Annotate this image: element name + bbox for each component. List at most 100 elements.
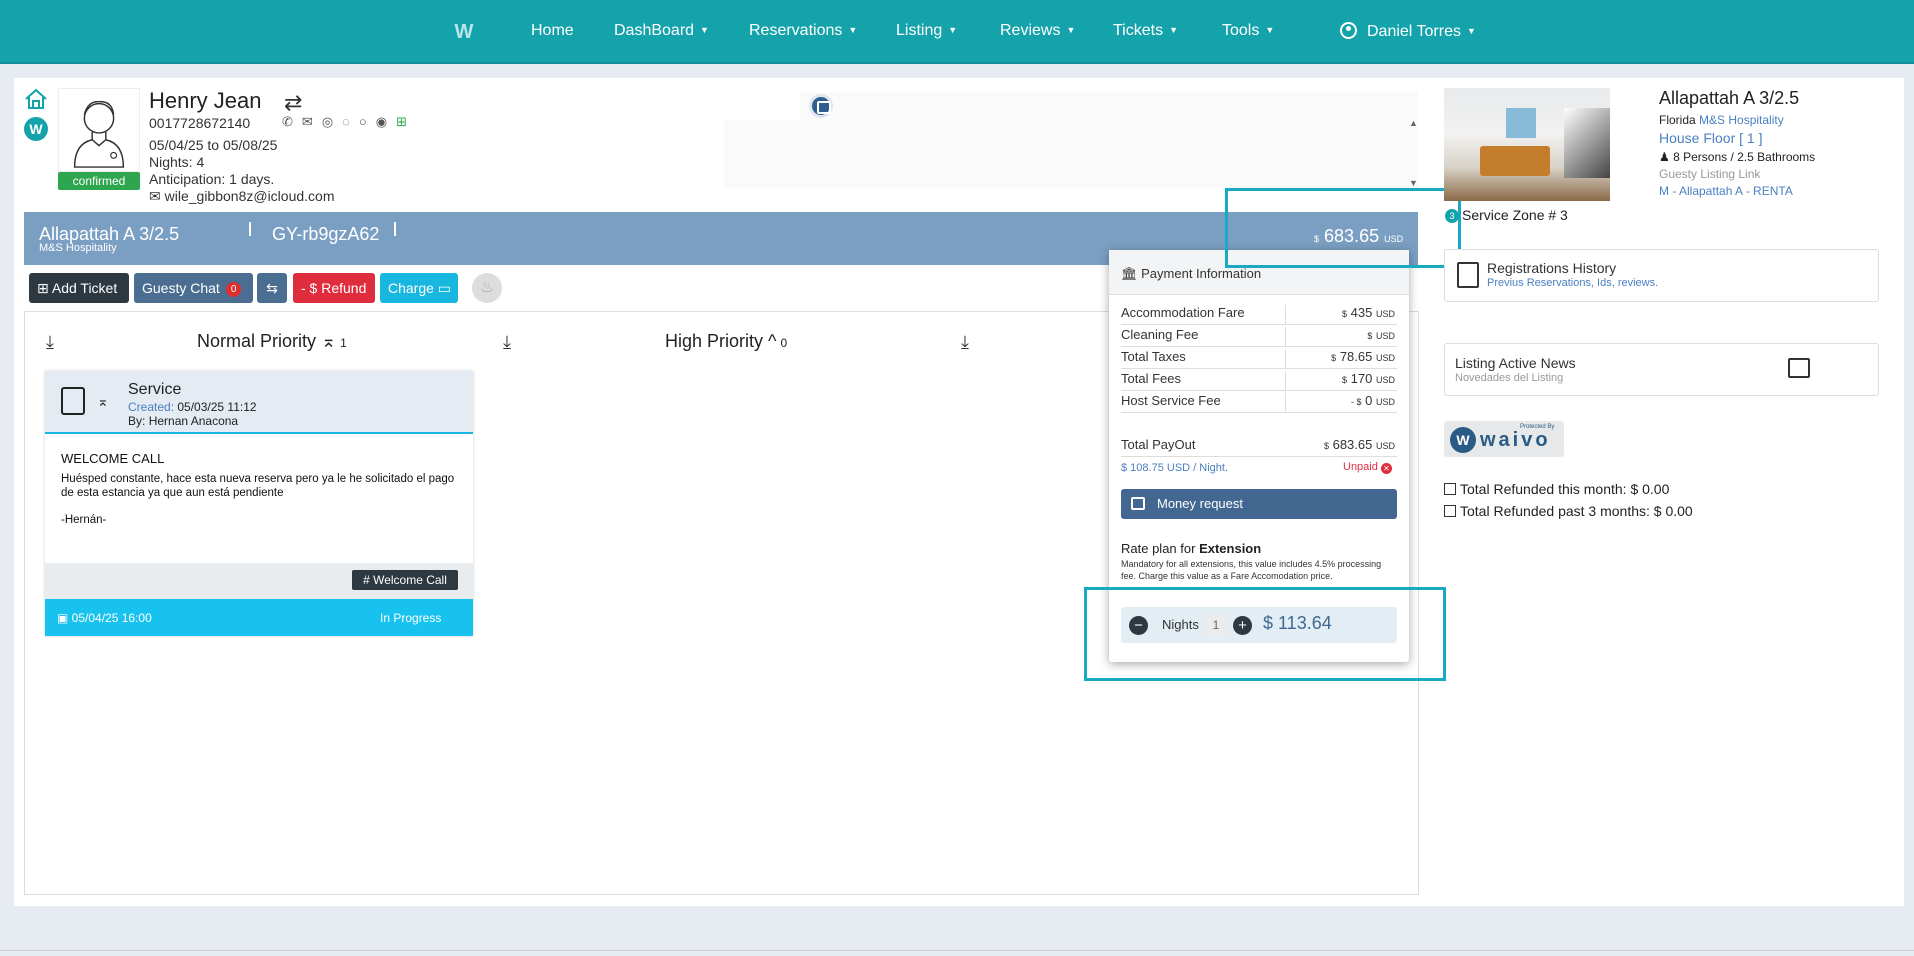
photo-window — [1506, 108, 1536, 138]
ticket-footer: ▣ 05/04/25 16:00 In Progress — [45, 599, 473, 636]
ticket-by: By: Hernan Anacona — [128, 414, 238, 428]
download-icon[interactable]: ⤓ — [503, 332, 511, 353]
fire-icon[interactable]: ♨ — [472, 273, 502, 303]
registrations-title: Registrations History — [1487, 260, 1617, 276]
nav-tools[interactable]: Tools ▼ — [1222, 22, 1274, 40]
scroll-up-icon[interactable]: ▲ — [1409, 118, 1418, 128]
download-icon[interactable]: ⤓ — [46, 332, 54, 353]
payment-row: Accommodation Fare $ 435 USD — [1121, 305, 1397, 325]
nav-listing[interactable]: Listing ▼ — [896, 22, 957, 40]
news-title: Listing Active News — [1455, 355, 1576, 371]
phone-icon[interactable]: ✆ — [282, 114, 302, 129]
scroll-down-icon[interactable]: ▼ — [1409, 178, 1418, 188]
value-currency: USD — [1375, 353, 1395, 363]
payout-label: Total PayOut — [1121, 437, 1196, 452]
row-divider — [1285, 305, 1286, 325]
nav-reservations[interactable]: Reservations ▼ — [749, 22, 857, 40]
payout-value: $ 683.65 USD — [1324, 437, 1395, 452]
ticket-tag[interactable]: # Welcome Call — [352, 570, 458, 590]
ticket-due-value: 05/04/25 16:00 — [71, 611, 152, 625]
refund-button[interactable]: - $ Refund — [293, 273, 375, 303]
nav-home[interactable]: Home — [531, 22, 574, 40]
repeat-icon[interactable]: ⇄ — [284, 90, 302, 116]
nav-reviews[interactable]: Reviews ▼ — [1000, 22, 1075, 40]
download-icon[interactable]: ⤓ — [961, 332, 969, 353]
robot-icon[interactable]: ⊞ — [396, 114, 416, 129]
w-logo-icon[interactable]: W — [452, 20, 476, 44]
guesty-chat-label: Guesty Chat — [142, 280, 220, 296]
payment-row-value: - $ 0 USD — [1351, 393, 1395, 408]
waivo-logo: W Protected By waivo — [1444, 421, 1564, 457]
add-ticket-label: Add Ticket — [51, 280, 118, 296]
status-badge: confirmed — [58, 172, 140, 190]
caret-down-icon: ▼ — [848, 25, 858, 35]
calendar-icon: ▣ — [57, 611, 72, 625]
rate-plan-prefix: Rate plan for — [1121, 541, 1196, 556]
nav-tickets[interactable]: Tickets ▼ — [1113, 22, 1178, 40]
chat-icon[interactable]: ○ — [359, 114, 376, 129]
value-currency: USD — [1375, 397, 1395, 407]
priority-arrow-icon: ⌅ — [97, 393, 109, 409]
ticket-card[interactable]: ⌅ Service Created: 05/03/25 11:12 By: He… — [45, 371, 473, 636]
high-priority-header: High Priority ^ 0 — [665, 331, 787, 352]
chevron-up-icon: ^ — [768, 331, 777, 351]
nav-dashboard-label: DashBoard — [614, 22, 695, 39]
hash-icon: # — [363, 573, 374, 587]
listing-photo[interactable] — [1444, 88, 1610, 201]
listing-active-news[interactable]: Listing Active News Novedades del Listin… — [1444, 343, 1879, 396]
ticket-created-value: 05/03/25 11:12 — [177, 400, 257, 414]
guesty-listing-link[interactable]: Guesty Listing Link — [1659, 167, 1760, 181]
whatsapp-icon[interactable]: ◎ — [322, 114, 342, 129]
row-divider — [1285, 371, 1286, 391]
ticket-created-label: Created: — [128, 400, 175, 414]
home-icon[interactable] — [24, 88, 48, 110]
guest-email[interactable]: ✉ wile_gibbon8z@icloud.com — [149, 188, 334, 205]
high-priority-label: High Priority — [665, 331, 764, 351]
listing-floor[interactable]: House Floor [ 1 ] — [1659, 130, 1763, 146]
payment-row: Total Fees $ 170 USD — [1121, 371, 1397, 391]
row-divider — [1285, 393, 1286, 413]
waivo-brand: waivo — [1480, 429, 1551, 451]
panel-toggle-icon[interactable] — [809, 94, 833, 118]
service-zone: 3 Service Zone # 3 — [1445, 207, 1568, 223]
contact-icons: ✆✉◎◌○◉⊞ — [282, 114, 416, 130]
nav-dashboard[interactable]: DashBoard ▼ — [614, 22, 709, 40]
plus-square-icon: ⊞ — [37, 280, 52, 296]
banner-company: M&S Hospitality — [39, 242, 117, 254]
guest-nights: Nights: 4 — [149, 154, 205, 170]
add-ticket-button[interactable]: ⊞ Add Ticket — [29, 273, 129, 303]
guest-anticipation: Anticipation: 1 days. — [149, 171, 275, 187]
rate-plan-name: Extension — [1199, 541, 1262, 556]
refunded-past-3-months: Total Refunded past 3 months: $ 0.00 — [1444, 503, 1693, 519]
per-night-rate: $ 108.75 USD / Night. — [1121, 462, 1229, 474]
value-symbol: $ — [1342, 375, 1348, 385]
highlight-box — [1084, 587, 1446, 681]
sms-icon[interactable]: ◌ — [342, 114, 359, 129]
listing-code[interactable]: M - Allapattah A - RENTA — [1659, 184, 1793, 198]
value-amount: 435 — [1350, 305, 1373, 320]
ticket-status[interactable]: In Progress — [380, 611, 441, 625]
caret-down-icon: ▼ — [1265, 25, 1275, 35]
broadcast-icon[interactable]: ◉ — [376, 114, 396, 129]
waivo-w-icon[interactable]: W — [24, 117, 48, 141]
registrations-history[interactable]: Registrations History Previus Reservatio… — [1444, 249, 1879, 302]
nav-user-menu[interactable]: Daniel Torres ▼ — [1340, 22, 1476, 41]
banner-code[interactable]: GY-rb9gzA62 — [272, 224, 379, 245]
ticket-by-label: By: — [128, 414, 146, 428]
guesty-chat-button[interactable]: Guesty Chat 0 — [134, 273, 253, 303]
value-symbol: - $ — [1350, 397, 1362, 407]
payment-row-value: $ USD — [1367, 327, 1395, 342]
listing-company[interactable]: M&S Hospitality — [1699, 113, 1784, 127]
swap-button[interactable]: ⇆ — [257, 273, 287, 303]
nav-tickets-label: Tickets — [1113, 22, 1164, 39]
payment-row-label: Host Service Fee — [1121, 393, 1221, 408]
mail-icon[interactable]: ✉ — [302, 114, 322, 129]
charge-button[interactable]: Charge ▭ — [380, 273, 458, 303]
chat-count-badge: 0 — [225, 282, 242, 297]
money-request-button[interactable]: Money request — [1121, 489, 1397, 519]
payment-row: Cleaning Fee $ USD — [1121, 327, 1397, 347]
money-icon — [1131, 497, 1145, 510]
calendar-grid-icon — [1788, 358, 1810, 378]
footer-divider — [0, 950, 1914, 951]
banner-divider — [249, 222, 251, 236]
